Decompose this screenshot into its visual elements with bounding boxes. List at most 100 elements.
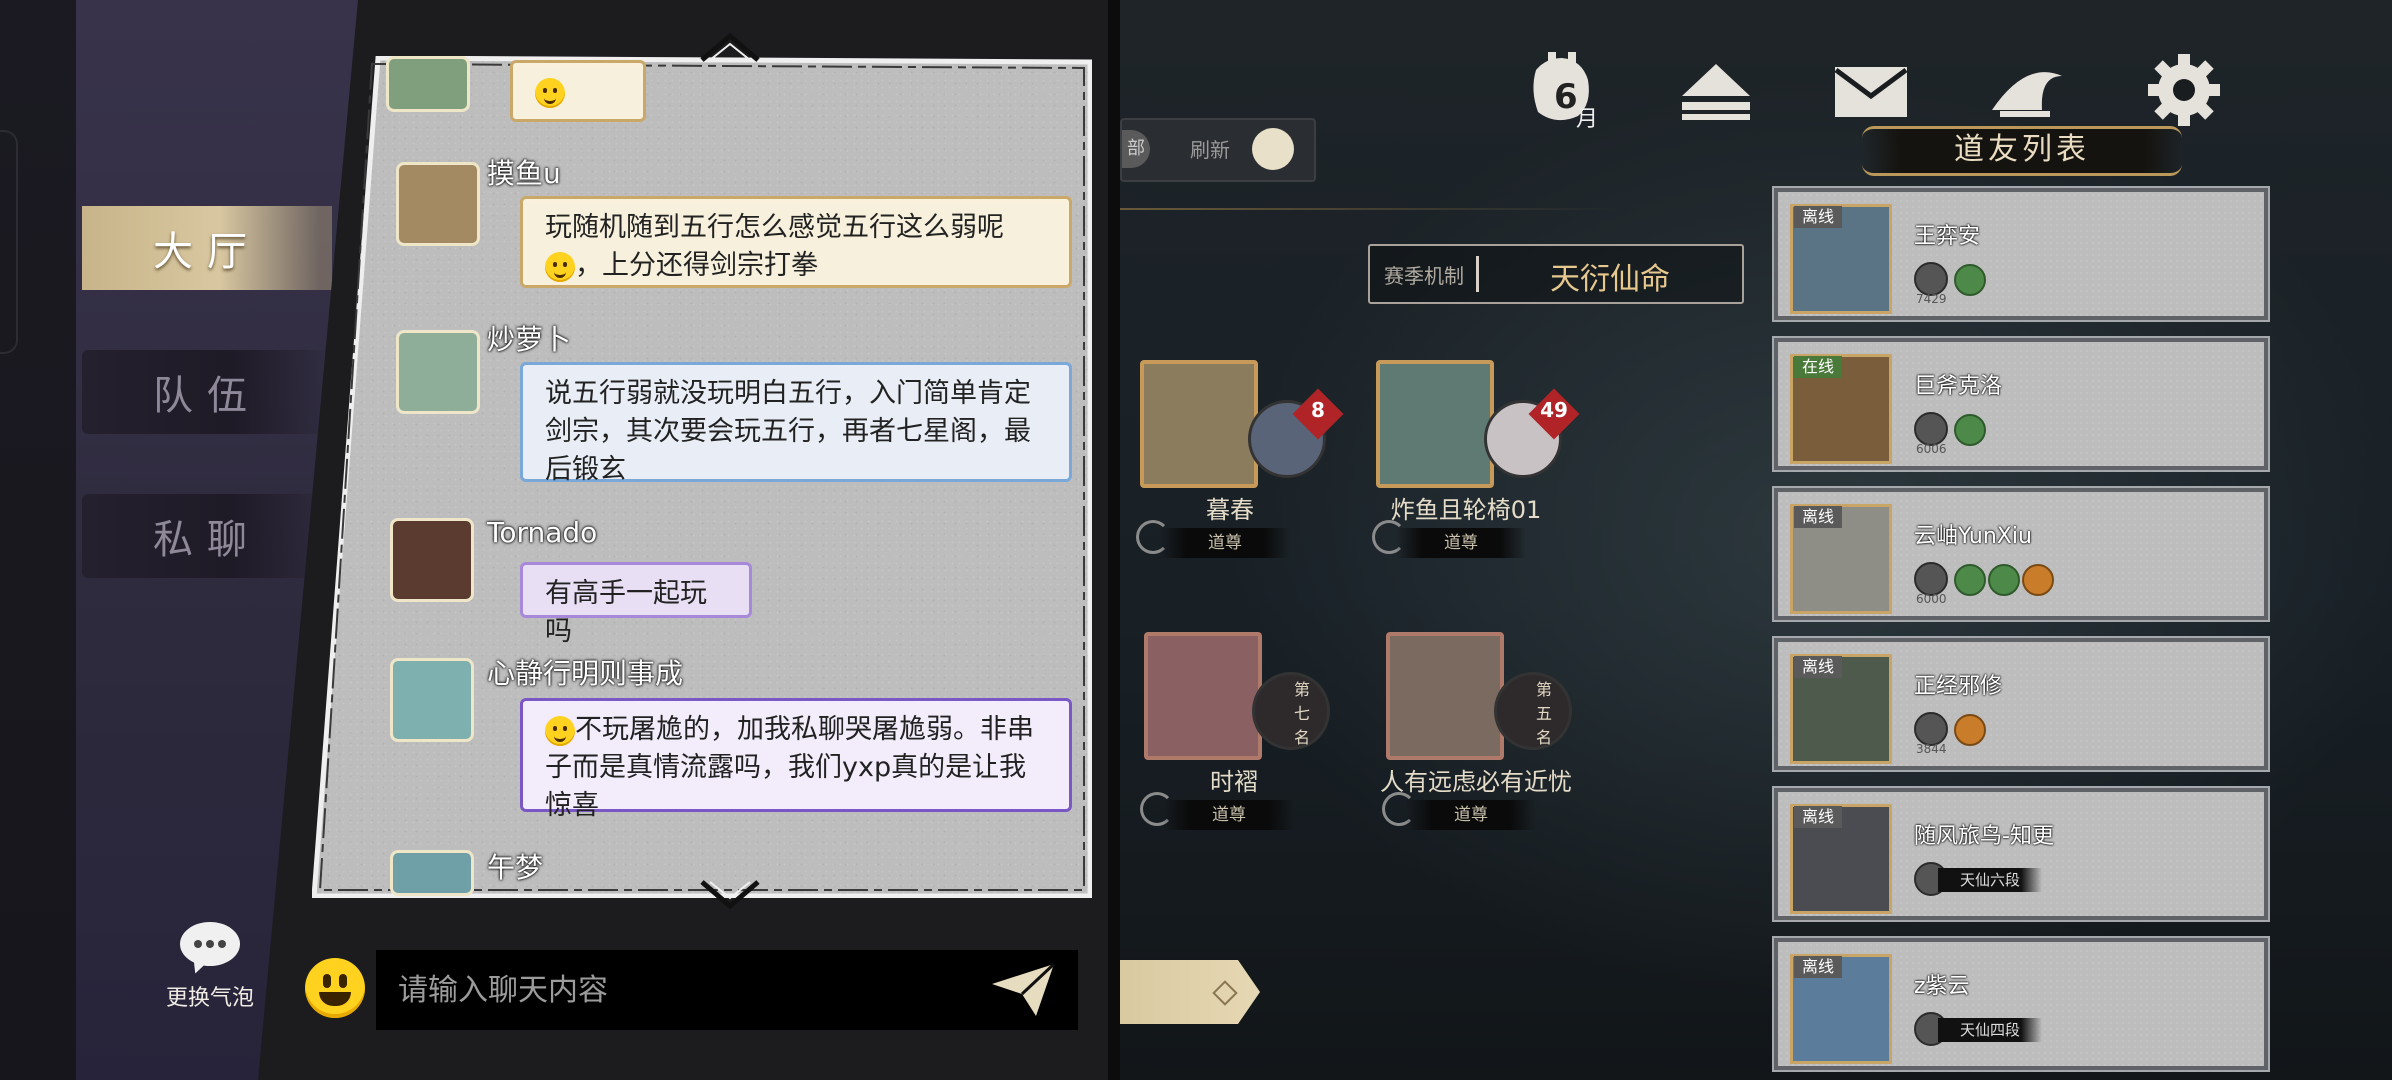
message-bubble: 不玩屠尯的，加我私聊哭屠尯弱。非串子而是真情流露吗，我们yxp真的是让我惊喜 (520, 698, 1072, 821)
message-sender: 炒萝卜 (487, 323, 572, 356)
player-rank-tag: 道尊 (1164, 800, 1294, 830)
message-bubble (510, 60, 646, 122)
friend-item[interactable]: 在线 巨斧克洛 6006 (1772, 336, 2270, 472)
gem-icon (1954, 414, 1986, 446)
friend-item[interactable]: 离线 随风旅鸟-知更 天仙六段 (1772, 786, 2270, 922)
player-card[interactable]: 8 暮春 道尊 (1136, 360, 1344, 560)
filter-tab-partial[interactable]: 部 (1122, 130, 1150, 168)
rank-swirl-icon (1914, 412, 1948, 446)
friend-status: 离线 (1794, 506, 1843, 528)
friend-item[interactable]: 离线 王弈安 7429 (1772, 186, 2270, 322)
player-rank-tag: 道尊 (1160, 528, 1290, 558)
friend-status: 离线 (1794, 806, 1843, 828)
tab-private-chat[interactable]: 私聊 (82, 494, 332, 578)
avatar[interactable] (390, 658, 474, 742)
friend-name: 随风旅鸟-知更 (1914, 824, 2054, 849)
refresh-button[interactable]: 部 刷新 (1120, 118, 1316, 182)
friend-rank-tag: 天仙六段 (1938, 868, 2042, 892)
change-bubble-label: 更换气泡 (165, 986, 254, 1011)
avatar[interactable] (396, 330, 480, 414)
friend-score: 3844 (1916, 742, 1947, 756)
svg-text:月: 月 (1576, 107, 1598, 130)
friends-list-title: 道友列表 (1862, 126, 2182, 176)
message-text: 不玩屠尯的，加我私聊哭屠尯弱。非串子而是真情流露吗，我们yxp真的是让我惊喜 (545, 714, 1034, 821)
friend-status: 离线 (1794, 656, 1843, 678)
send-icon[interactable] (988, 960, 1058, 1020)
svg-text:6: 6 (1554, 77, 1578, 117)
message-text: 有高手一起玩吗 (545, 578, 707, 647)
friend-status: 离线 (1794, 956, 1843, 978)
season-label: 赛季机制 (1384, 264, 1464, 288)
divider (1120, 208, 1620, 210)
scroll-down-arrow-icon[interactable] (700, 880, 760, 910)
friend-status: 在线 (1794, 356, 1843, 378)
gear-icon[interactable] (2148, 54, 2220, 126)
avatar[interactable] (396, 162, 480, 246)
message-text: ，上分还得剑宗打拳 (575, 250, 818, 281)
emoji-icon (545, 251, 575, 282)
player-name: 人有远虑必有近忧 (1380, 768, 1572, 796)
gem-icon (1988, 564, 2020, 596)
emoji-icon (535, 77, 565, 108)
gem-icon (1954, 714, 1986, 746)
friend-status: 离线 (1794, 206, 1843, 228)
avatar[interactable] (386, 56, 470, 112)
straw-hat-icon[interactable] (1990, 56, 2064, 122)
season-mechanic-panel[interactable]: 赛季机制 天衍仙命 (1368, 244, 1744, 304)
tab-team[interactable]: 队伍 (82, 350, 332, 434)
emoji-icon (545, 715, 575, 746)
avatar[interactable] (390, 850, 474, 896)
friend-score: 6006 (1916, 442, 1947, 456)
rank-swirl-icon (1914, 262, 1948, 296)
player-rank-tag: 道尊 (1396, 528, 1526, 558)
level-badge: 49 (1540, 398, 1568, 422)
calendar-icon[interactable]: 6 月 (1526, 50, 1600, 130)
rank-swirl-icon (1914, 562, 1948, 596)
player-rank-tag: 道尊 (1406, 800, 1536, 830)
rank-swirl-icon (1914, 712, 1948, 746)
friend-item[interactable]: 离线 云岫YunXiu 6000 (1772, 486, 2270, 622)
gem-icon (1954, 564, 1986, 596)
refresh-label: 刷新 (1190, 138, 1230, 162)
friend-name: z紫云 (1914, 974, 1970, 999)
player-portrait (1386, 632, 1504, 760)
message-text: 玩随机随到五行怎么感觉五行这么弱呢 (545, 212, 1004, 243)
eject-icon[interactable] (1680, 62, 1752, 122)
message-bubble: 有高手一起玩吗 (520, 562, 752, 647)
friend-name: 巨斧克洛 (1914, 374, 2003, 399)
message-sender: 午梦 (487, 851, 544, 884)
message-sender: Tornado (487, 516, 598, 549)
emoji-picker-icon[interactable] (305, 958, 365, 1018)
message-bubble: 说五行弱就没玩明白五行，入门简单肯定剑宗，其次要会玩五行，再者七星阁，最后锻玄 (520, 362, 1072, 485)
message-sender: 心静行明则事成 (487, 657, 684, 690)
message-text: 说五行弱就没玩明白五行，入门简单肯定剑宗，其次要会玩五行，再者七星阁，最后锻玄 (545, 378, 1031, 485)
left-edge-strip (0, 0, 80, 1080)
message-sender: 摸鱼u (487, 157, 561, 190)
player-card[interactable]: 第五名 人有远虑必有近忧 道尊 (1380, 632, 1572, 832)
friend-item[interactable]: 离线 正经邪修 3844 (1772, 636, 2270, 772)
avatar[interactable] (390, 518, 474, 602)
gem-icon (1954, 264, 1986, 296)
player-placement: 第七名 (1294, 680, 1311, 747)
speech-bubble-icon (178, 920, 242, 977)
mail-icon[interactable] (1834, 66, 1908, 118)
gem-icon (2022, 564, 2054, 596)
player-portrait (1144, 632, 1262, 760)
friend-score: 7429 (1916, 292, 1947, 306)
tab-lobby[interactable]: 大厅 (82, 206, 332, 290)
action-button[interactable] (1120, 960, 1260, 1024)
player-card[interactable]: 第七名 时褶 道尊 (1140, 632, 1330, 832)
player-name: 炸鱼且轮椅01 (1390, 496, 1542, 524)
change-bubble-button[interactable]: 更换气泡 (150, 920, 270, 1012)
scroll-up-arrow-icon[interactable] (700, 32, 760, 62)
refresh-icon (1252, 128, 1294, 170)
friend-name: 王弈安 (1914, 224, 1981, 249)
friend-score: 6000 (1916, 592, 1947, 606)
friend-item[interactable]: 离线 z紫云 天仙四段 (1772, 936, 2270, 1072)
chat-input[interactable] (376, 950, 1078, 1030)
player-portrait (1140, 360, 1258, 488)
season-value: 天衍仙命 (1550, 262, 1670, 297)
player-card[interactable]: 49 炸鱼且轮椅01 道尊 (1372, 360, 1580, 560)
message-bubble: 玩随机随到五行怎么感觉五行这么弱呢 ，上分还得剑宗打拳 (520, 196, 1072, 288)
level-badge: 8 (1311, 398, 1325, 422)
